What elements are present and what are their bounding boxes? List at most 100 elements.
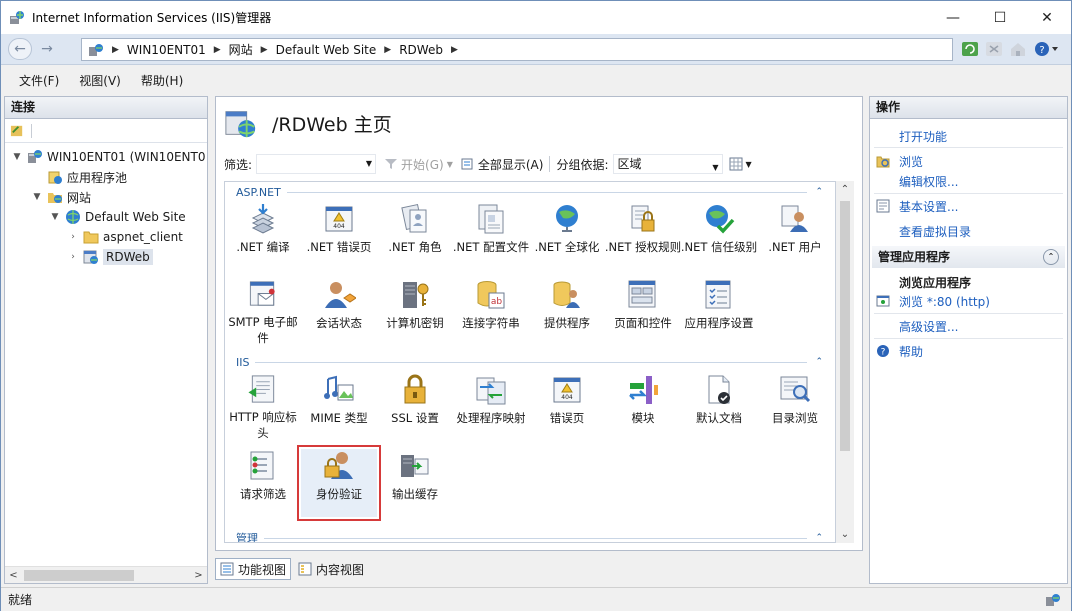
group-header-iis[interactable]: IIS ⌃ [229,354,829,370]
start-filter-button[interactable]: 开始(G) ▼ [384,156,453,173]
tree-node-sites[interactable]: ▼ 网站 [31,187,91,207]
filter-input[interactable]: ▼ [256,154,377,174]
feature-net-profile[interactable]: .NET 配置文件 [453,202,529,270]
tree-node-app-pools[interactable]: 应用程序池 [31,167,127,187]
group-header-management[interactable]: 管理 ⌃ [229,530,829,542]
tree-node-server[interactable]: ▼ WIN10ENT01 (WIN10ENT0 [11,147,205,167]
feature-label: 提供程序 [544,316,590,330]
tree-node-aspnet-client[interactable]: › aspnet_client [67,227,183,247]
advanced-settings-link[interactable]: 高级设置... [899,318,958,335]
breadcrumb-sites[interactable]: 网站 [229,41,253,58]
breadcrumb-rdweb[interactable]: RDWeb [399,43,443,57]
feature-connection-strings[interactable]: ab 连接字符串 [453,278,529,346]
feature-default-document[interactable]: 默认文档 [681,373,757,441]
scroll-thumb[interactable] [840,201,850,451]
feature-http-headers[interactable]: HTTP 响应标头 [225,373,301,441]
feature-ssl-settings[interactable]: SSL 设置 [377,373,453,441]
chevron-down-icon[interactable]: ▼ [366,159,372,168]
basic-settings-link[interactable]: 基本设置... [899,198,958,215]
expand-toggle[interactable]: › [67,252,79,262]
breadcrumb-default-web-site[interactable]: Default Web Site [276,43,377,57]
expand-toggle[interactable]: ▼ [31,192,43,202]
help-dropdown-icon[interactable]: ? [1033,40,1059,58]
manage-application-header[interactable]: 管理应用程序 ⌃ [872,246,1065,268]
toolbar-divider [549,156,551,172]
feature-providers[interactable]: 提供程序 [529,278,605,346]
home-icon[interactable] [1009,40,1027,58]
connect-icon[interactable] [10,123,25,138]
feature-net-globalization[interactable]: .NET 全球化 [529,202,605,270]
menu-file[interactable]: 文件(F) [19,72,59,89]
group-by-select[interactable]: 区域 ▼ [612,154,723,177]
collapse-icon[interactable]: ⌃ [815,533,823,542]
scroll-left-button[interactable]: < [5,567,22,584]
feature-net-compilation[interactable]: .NET 编译 [225,202,301,270]
close-button[interactable]: ✕ [1024,1,1070,34]
breadcrumb-separator[interactable]: ▶ [112,45,119,55]
feature-net-authorization[interactable]: .NET 授权规则 [605,202,681,270]
tree-label: 网站 [67,190,92,205]
feature-request-filtering[interactable]: 请求筛选 [225,449,301,517]
chevron-down-icon[interactable]: ▼ [712,159,718,177]
feature-net-roles[interactable]: .NET 角色 [377,202,453,270]
tab-features-view[interactable]: 功能视图 [215,558,292,580]
breadcrumb-separator[interactable]: ▶ [214,45,221,55]
feature-smtp-email[interactable]: SMTP 电子邮件 [225,278,301,346]
menu-view[interactable]: 视图(V) [79,72,121,89]
feature-machine-key[interactable]: 计算机密钥 [377,278,453,346]
collapse-icon[interactable]: ⌃ [815,187,823,197]
expand-toggle[interactable]: ▼ [49,212,61,222]
collapse-icon[interactable]: ⌃ [1043,249,1059,265]
breadcrumb-separator[interactable]: ▶ [384,45,391,55]
browse-port-80-link[interactable]: 浏览 *:80 (http) [899,293,990,310]
features-vscrollbar[interactable]: ⌃ ⌄ [836,181,854,543]
back-button[interactable]: ← [8,38,32,60]
view-mode-button[interactable]: ▼ [729,157,752,171]
feature-net-trust-levels[interactable]: .NET 信任级别 [681,202,757,270]
breadcrumb-server[interactable]: WIN10ENT01 [127,43,206,57]
menu-help[interactable]: 帮助(H) [141,72,183,89]
maximize-button[interactable]: ☐ [977,1,1023,34]
group-header-aspnet[interactable]: ASP.NET ⌃ [229,184,829,200]
expand-toggle[interactable]: ▼ [11,152,23,162]
scroll-thumb[interactable] [24,570,134,581]
scroll-right-button[interactable]: > [190,567,207,584]
minimize-button[interactable]: — [930,1,976,34]
scroll-up-button[interactable]: ⌃ [836,181,854,198]
feature-net-error-pages[interactable]: 404 .NET 错误页 [301,202,377,270]
view-virtual-dirs-link[interactable]: 查看虚拟目录 [899,223,971,240]
forward-button[interactable]: → [35,38,59,60]
tree-node-default-web-site[interactable]: ▼ Default Web Site [49,207,186,227]
breadcrumb-separator[interactable]: ▶ [451,45,458,55]
breadcrumb[interactable]: ▶ WIN10ENT01 ▶ 网站 ▶ Default Web Site ▶ R… [81,38,953,61]
feature-app-settings[interactable]: 应用程序设置 [681,278,757,346]
feature-mime-types[interactable]: MIME 类型 [301,373,377,441]
open-feature-link[interactable]: 打开功能 [899,128,947,145]
actions-title: 操作 [870,97,1067,119]
tree-label: 应用程序池 [67,170,128,185]
feature-pages-controls[interactable]: 页面和控件 [605,278,681,346]
help-link[interactable]: 帮助 [899,343,923,360]
stop-icon[interactable] [985,40,1003,58]
breadcrumb-separator[interactable]: ▶ [261,45,268,55]
scroll-down-button[interactable]: ⌄ [836,526,854,543]
expand-toggle[interactable]: › [67,232,79,242]
feature-directory-browsing[interactable]: 目录浏览 [757,373,833,441]
feature-output-caching[interactable]: 输出缓存 [377,449,453,517]
explore-link[interactable]: 浏览 [899,153,923,170]
feature-session-state[interactable]: 会话状态 [301,278,377,346]
tree-node-rdweb[interactable]: › RDWeb [67,247,153,267]
tab-content-view[interactable]: 内容视图 [293,558,369,580]
show-all-button[interactable]: 全部显示(A) [461,156,543,173]
feature-handler-mappings[interactable]: 处理程序映射 [453,373,529,441]
feature-error-pages[interactable]: 404 错误页 [529,373,605,441]
collapse-icon[interactable]: ⌃ [815,357,823,367]
connections-tree: ▼ WIN10ENT01 (WIN10ENT0 应用程序池 ▼ 网站 ▼ Def… [5,143,207,557]
edit-permissions-link[interactable]: 编辑权限... [899,173,958,190]
refresh-icon[interactable] [961,40,979,58]
feature-net-users[interactable]: .NET 用户 [757,202,833,270]
feature-authentication[interactable]: 身份验证 [297,445,381,521]
network-status-icon [1046,594,1060,606]
feature-modules[interactable]: 模块 [605,373,681,441]
connections-hscrollbar[interactable]: < > [5,566,207,583]
